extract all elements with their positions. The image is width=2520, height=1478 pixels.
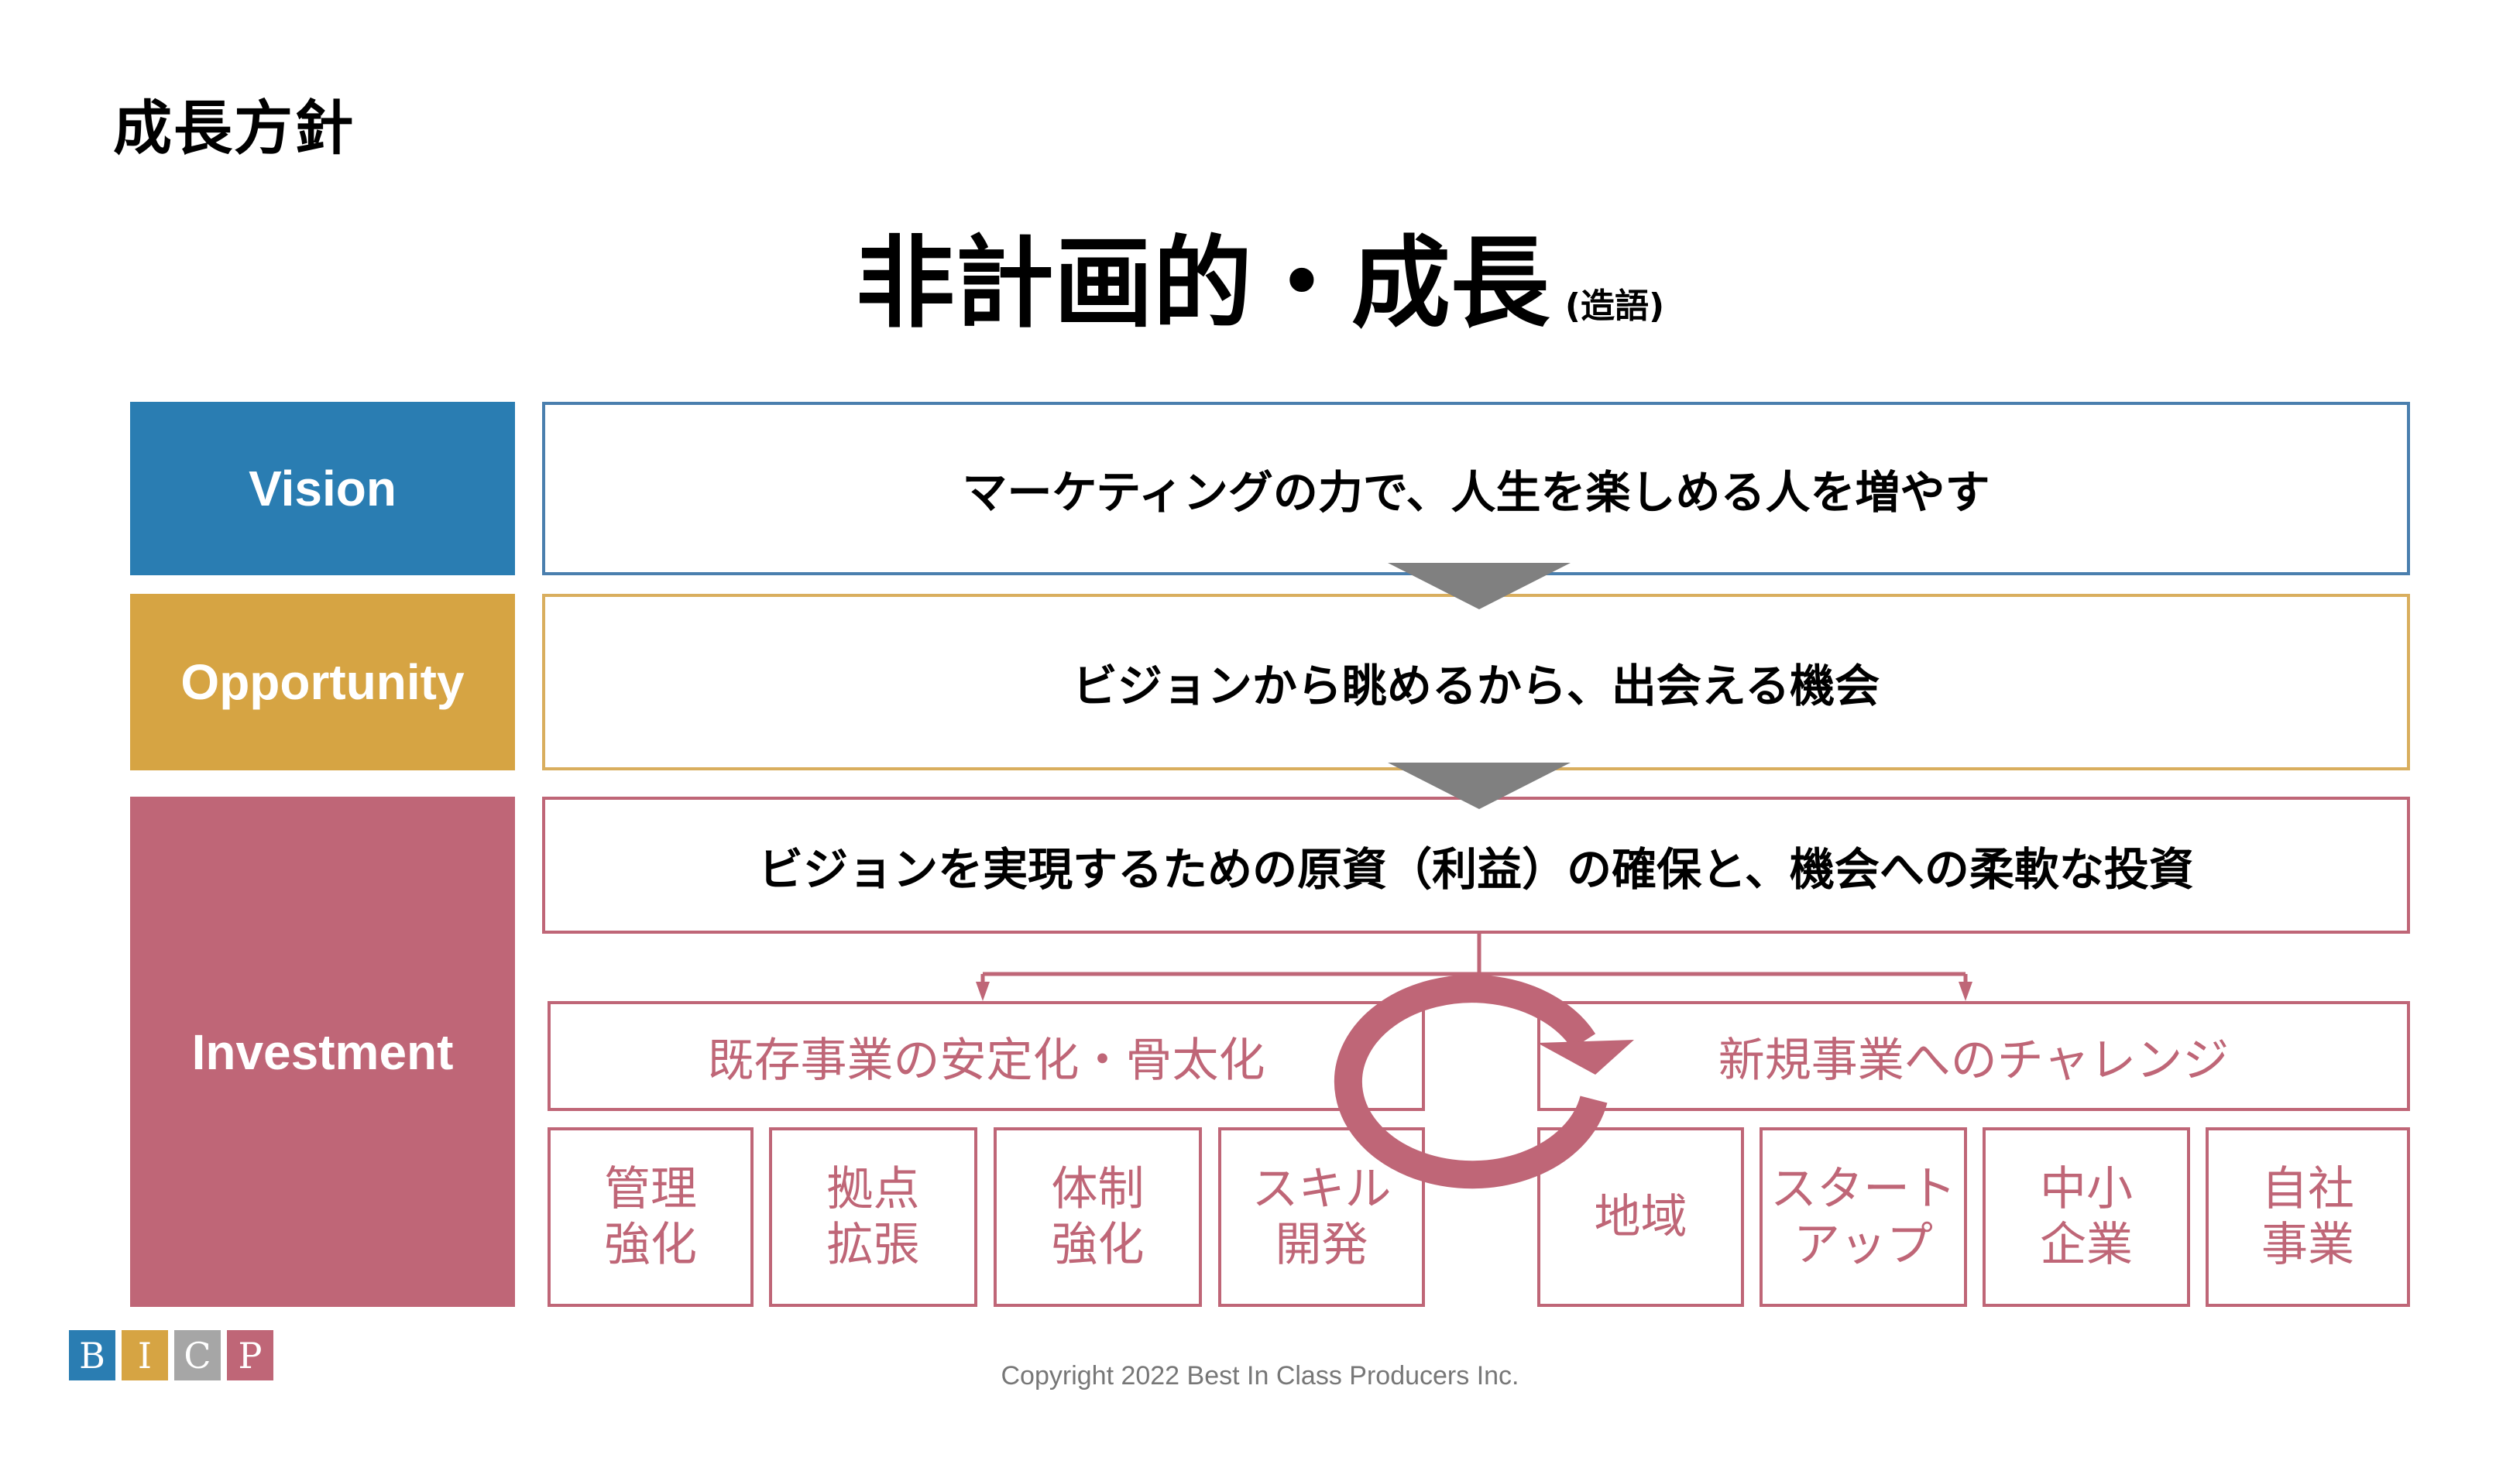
arrow-down-left-icon	[976, 982, 990, 1001]
opportunity-label-box: Opportunity	[130, 594, 515, 770]
list-item: 拠点 拡張	[769, 1127, 977, 1307]
investment-statement: ビジョンを実現するための原資（利益）の確保と、機会への柔軟な投資	[758, 842, 2194, 896]
main-title-note: (造語)	[1564, 286, 1665, 326]
item-label: スキル 開発	[1251, 1162, 1392, 1272]
main-title: 非計画的・成長 (造語)	[0, 203, 2520, 346]
list-item: 管理 強化	[548, 1127, 754, 1307]
copyright: Copyright 2022 Best In Class Producers I…	[1001, 1361, 1519, 1391]
down-arrow-icon	[1388, 763, 1571, 809]
list-item: スタート アップ	[1760, 1127, 1967, 1307]
vision-label: Vision	[249, 461, 397, 516]
investment-label: Investment	[191, 1024, 454, 1080]
list-item: 地域	[1537, 1127, 1744, 1307]
investment-label-box: Investment	[130, 797, 515, 1307]
arrow-down-right-icon	[1959, 982, 1972, 1001]
existing-business-group: 既存事業の安定化・骨太化	[548, 1001, 1425, 1111]
item-label: スタート アップ	[1770, 1162, 1956, 1272]
vision-statement: マーケティングの力で、人生を楽しめる人を増やす	[962, 466, 1990, 519]
branch-connector	[980, 934, 1968, 987]
group-title: 新規事業へのチャレンジ	[1718, 1033, 2230, 1088]
item-label: 自社 事業	[2261, 1162, 2354, 1272]
list-item: スキル 開発	[1218, 1127, 1425, 1307]
page-title: 成長方針	[113, 94, 355, 163]
main-title-text: 非計画的・成長	[855, 226, 1550, 341]
opportunity-statement-box: ビジョンから眺めるから、出会える機会	[542, 594, 2410, 770]
vision-statement-box: マーケティングの力で、人生を楽しめる人を増やす	[542, 402, 2410, 575]
new-business-group: 新規事業へのチャレンジ	[1537, 1001, 2410, 1111]
list-item: 体制 強化	[994, 1127, 1202, 1307]
vision-label-box: Vision	[130, 402, 515, 575]
down-arrow-icon	[1388, 563, 1571, 609]
group-title: 既存事業の安定化・骨太化	[707, 1033, 1265, 1088]
item-label: 管理 強化	[604, 1162, 697, 1272]
item-label: 地域	[1594, 1190, 1687, 1244]
list-item: 中小 企業	[1983, 1127, 2190, 1307]
opportunity-statement: ビジョンから眺めるから、出会える機会	[1072, 660, 1880, 712]
item-label: 中小 企業	[2040, 1162, 2133, 1272]
list-item: 自社 事業	[2206, 1127, 2410, 1307]
item-label: 体制 強化	[1051, 1162, 1145, 1272]
item-label: 拠点 拡張	[826, 1162, 920, 1272]
investment-statement-box: ビジョンを実現するための原資（利益）の確保と、機会への柔軟な投資	[542, 797, 2410, 934]
opportunity-label: Opportunity	[180, 654, 465, 710]
